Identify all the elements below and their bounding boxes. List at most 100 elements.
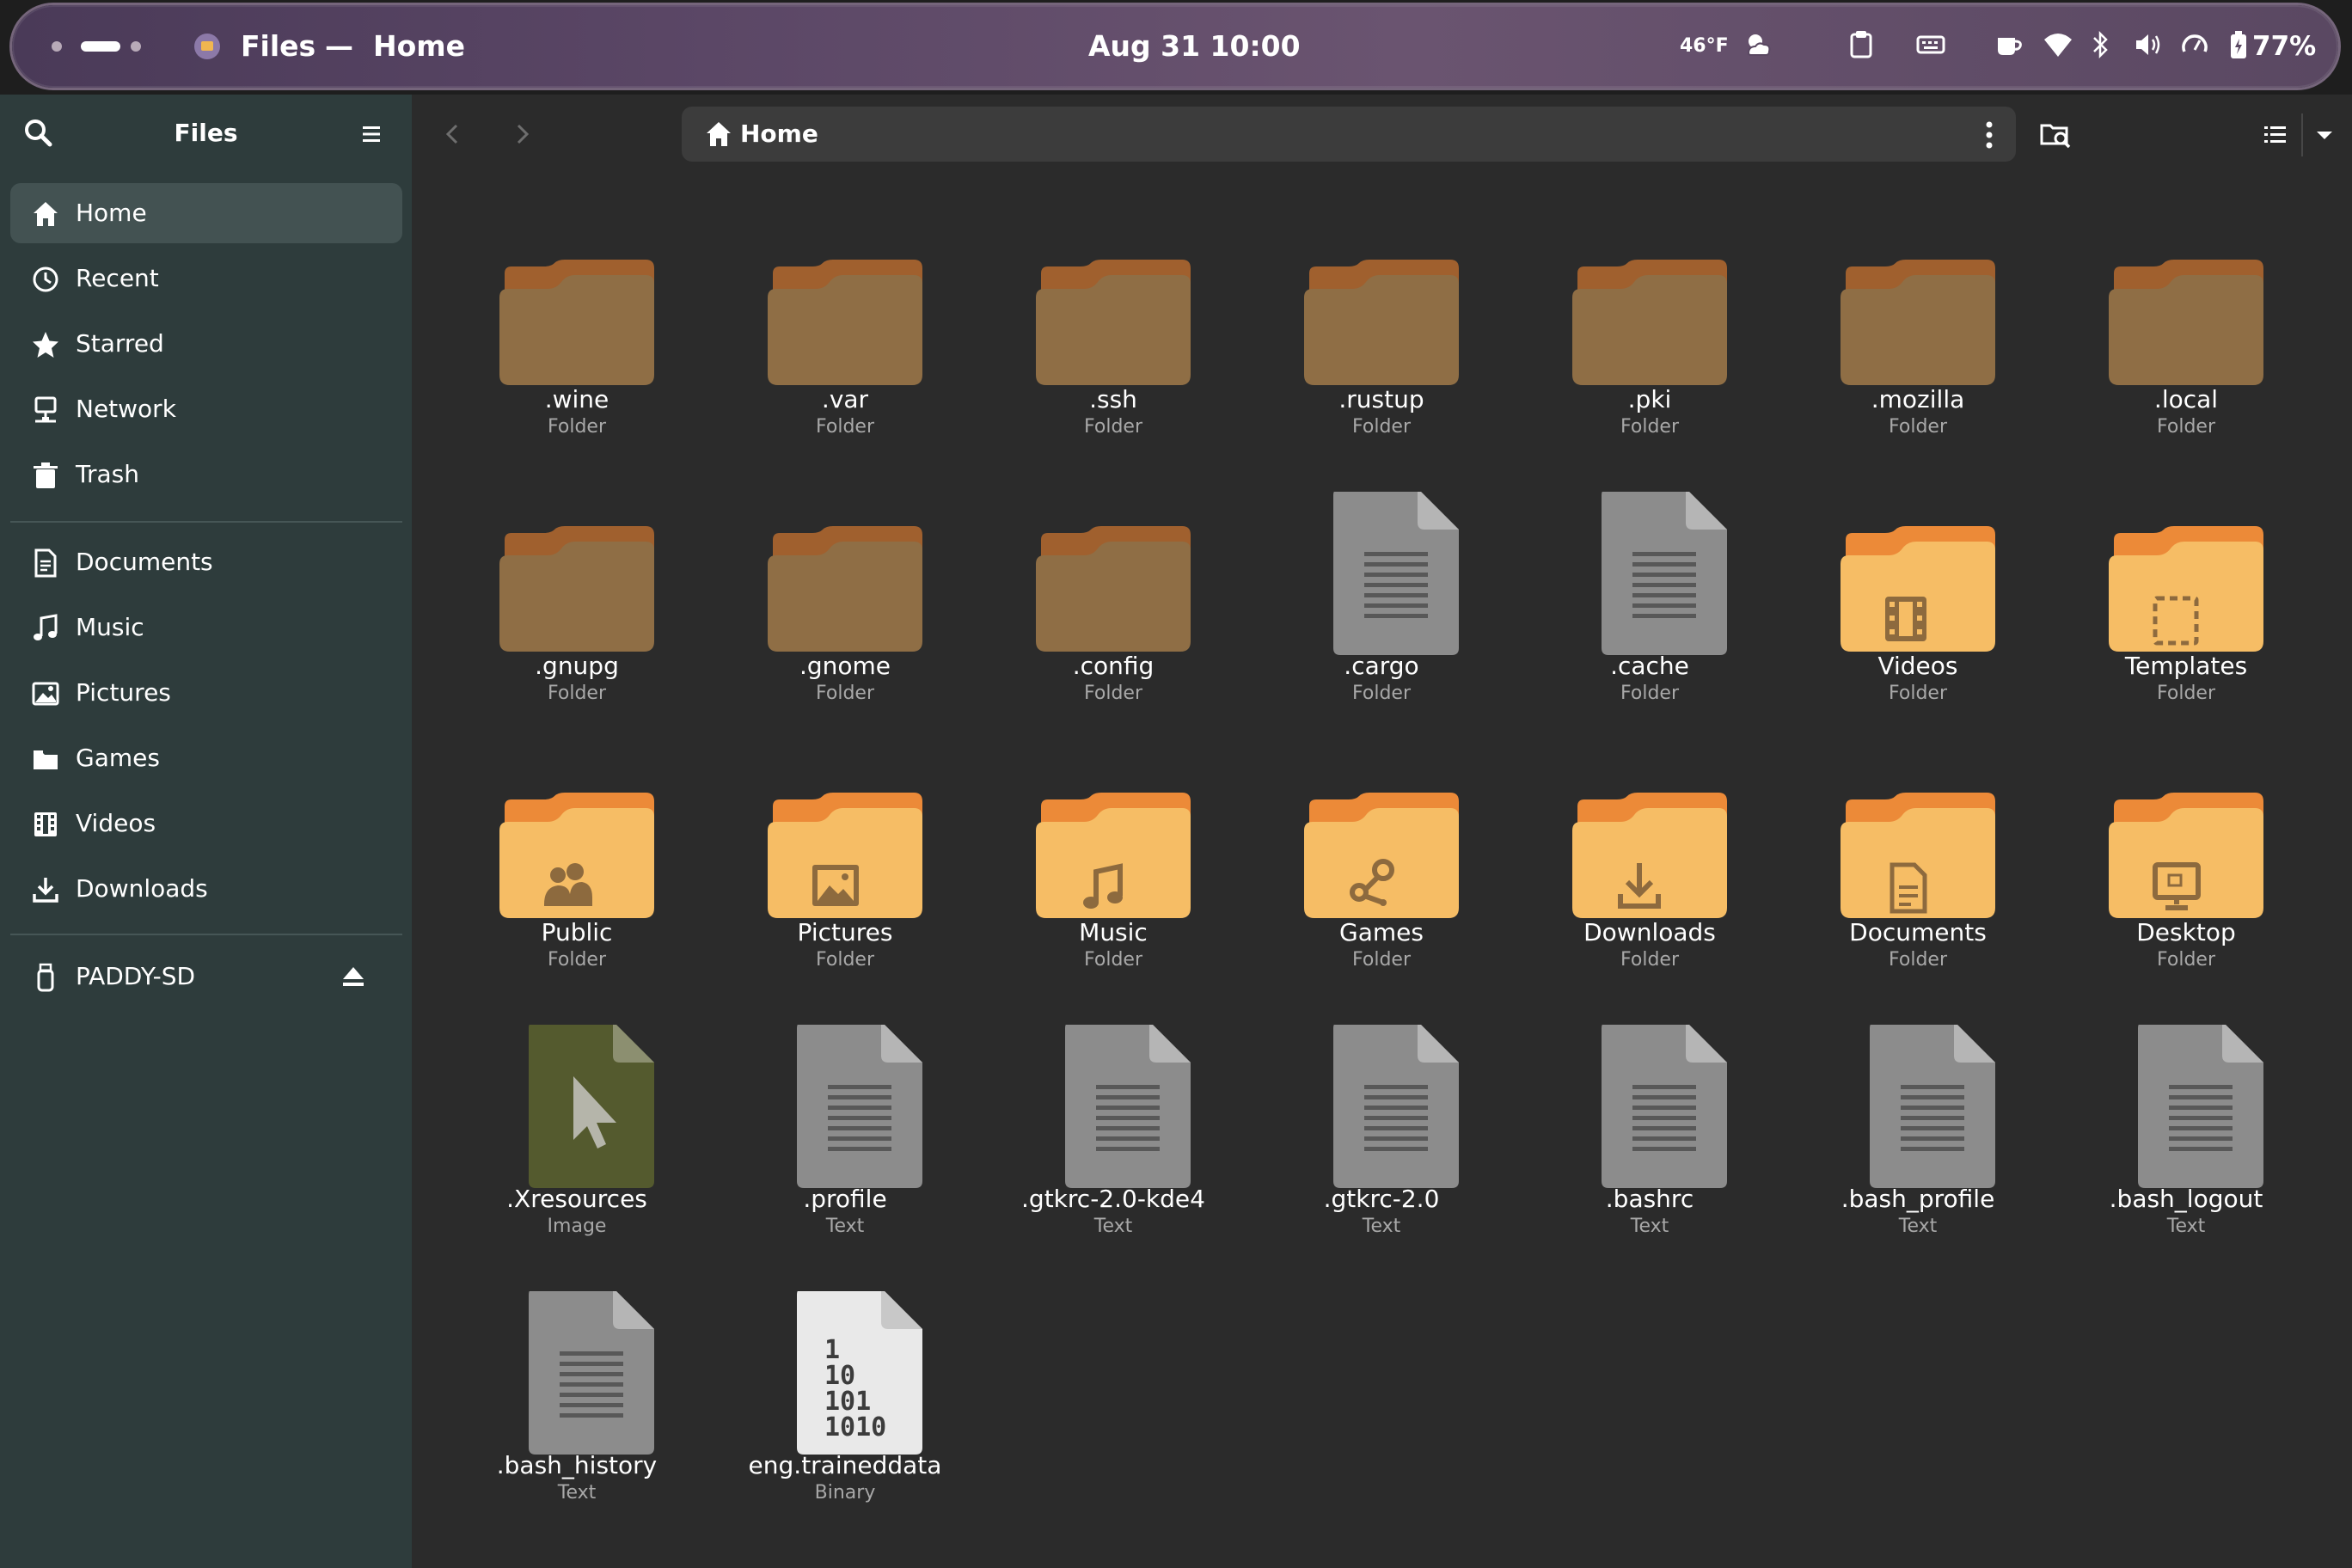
sidebar-item-games[interactable]: Games bbox=[10, 728, 402, 788]
volume-icon[interactable] bbox=[2134, 29, 2165, 64]
file-item[interactable]: .gtkrc-2.0-kde4 Text bbox=[979, 1021, 1247, 1291]
file-item[interactable]: .Xresources Image bbox=[443, 1021, 711, 1291]
cursor-file-icon bbox=[443, 1021, 711, 1205]
file-item[interactable]: .ssh Folder bbox=[979, 225, 1247, 492]
eject-button[interactable] bbox=[340, 964, 366, 989]
file-type: Binary bbox=[814, 1482, 876, 1504]
network-icon bbox=[34, 396, 57, 423]
file-item[interactable]: Desktop Folder bbox=[2052, 758, 2320, 1025]
file-item[interactable]: .gnome Folder bbox=[711, 492, 979, 758]
file-item[interactable]: .mozilla Folder bbox=[1784, 225, 2052, 492]
file-item[interactable]: .pki Folder bbox=[1516, 225, 1784, 492]
path-bar[interactable]: Home bbox=[682, 107, 2016, 162]
file-item[interactable]: .bash_logout Text bbox=[2052, 1021, 2320, 1291]
path-segment-home[interactable]: Home bbox=[740, 107, 818, 162]
app-name[interactable]: Files bbox=[241, 24, 315, 69]
sidebar-item-label: Pictures bbox=[76, 678, 171, 707]
file-item[interactable]: .gtkrc-2.0 Text bbox=[1247, 1021, 1516, 1291]
home-icon bbox=[34, 202, 58, 226]
clipboard-icon[interactable] bbox=[1848, 29, 1874, 64]
sidebar-item-downloads[interactable]: Downloads bbox=[10, 859, 402, 919]
public-folder-icon bbox=[443, 758, 711, 939]
weather-temperature[interactable]: 46°F bbox=[1680, 29, 1729, 64]
bluetooth-icon[interactable] bbox=[2091, 29, 2111, 64]
file-item[interactable]: Downloads Folder bbox=[1516, 758, 1784, 1025]
text-file-icon bbox=[443, 1288, 711, 1472]
file-name: .rustup bbox=[1338, 385, 1424, 413]
file-name: Public bbox=[541, 918, 613, 946]
file-name: .bash_logout bbox=[2109, 1185, 2263, 1213]
main-content: Home .wine Folder .var Folder .ssh Folder .rus… bbox=[412, 95, 2352, 1568]
toolbar-separator bbox=[2301, 113, 2303, 156]
performance-icon[interactable] bbox=[2180, 29, 2209, 64]
file-item[interactable]: 1 10 101 1010 eng.traineddata Binary bbox=[711, 1288, 979, 1558]
file-item[interactable]: .bash_profile Text bbox=[1784, 1021, 2052, 1291]
file-item[interactable]: .cache Folder bbox=[1516, 488, 1784, 758]
file-type: Folder bbox=[548, 683, 606, 704]
sidebar-item-home[interactable]: Home bbox=[10, 183, 402, 243]
file-item[interactable]: Music Folder bbox=[979, 758, 1247, 1025]
file-item[interactable]: Games Folder bbox=[1247, 758, 1516, 1025]
clock[interactable]: Aug 31 10:00 bbox=[1088, 24, 1301, 69]
file-name: .pki bbox=[1627, 385, 1672, 413]
search-folder-button[interactable] bbox=[2039, 119, 2072, 151]
sidebar-item-pictures[interactable]: Pictures bbox=[10, 663, 402, 723]
sidebar-item-network[interactable]: Network bbox=[10, 379, 402, 439]
location-menu-button[interactable] bbox=[1983, 120, 1995, 150]
eject-icon bbox=[343, 967, 364, 986]
workspace-dot-active[interactable] bbox=[81, 41, 120, 52]
pictures-folder-icon bbox=[711, 758, 979, 939]
file-name: .profile bbox=[803, 1185, 887, 1213]
file-type: Folder bbox=[2157, 416, 2215, 438]
file-item[interactable]: .cargo Folder bbox=[1247, 488, 1516, 758]
wifi-icon[interactable] bbox=[2043, 29, 2073, 64]
file-item[interactable]: Templates Folder bbox=[2052, 492, 2320, 758]
workspace-dot[interactable] bbox=[131, 41, 141, 52]
text-file-icon bbox=[979, 1021, 1247, 1205]
file-item[interactable]: Videos Folder bbox=[1784, 492, 2052, 758]
file-item[interactable]: .local Folder bbox=[2052, 225, 2320, 492]
list-view-button[interactable] bbox=[2262, 122, 2288, 148]
file-item[interactable]: .var Folder bbox=[711, 225, 979, 492]
sidebar-item-label: Videos bbox=[76, 809, 156, 837]
file-item[interactable]: Pictures Folder bbox=[711, 758, 979, 1025]
sidebar-item-starred[interactable]: Starred bbox=[10, 314, 402, 374]
file-item[interactable]: .profile Text bbox=[711, 1021, 979, 1291]
forward-button[interactable] bbox=[506, 119, 537, 150]
battery-percentage[interactable]: 77% bbox=[2252, 29, 2316, 64]
back-button[interactable] bbox=[438, 119, 469, 150]
sidebar-item-documents[interactable]: Documents bbox=[10, 532, 402, 592]
file-item[interactable]: Public Folder bbox=[443, 758, 711, 1025]
file-type: Folder bbox=[1620, 416, 1679, 438]
main-menu-button[interactable] bbox=[361, 124, 382, 144]
file-type: Folder bbox=[1620, 949, 1679, 971]
file-type: Folder bbox=[1889, 416, 1947, 438]
file-item[interactable]: .gnupg Folder bbox=[443, 492, 711, 758]
chevron-down-icon bbox=[2317, 132, 2332, 139]
file-item[interactable]: .config Folder bbox=[979, 492, 1247, 758]
file-name: .bashrc bbox=[1605, 1185, 1694, 1213]
text-file-icon bbox=[1516, 1021, 1784, 1205]
file-type: Folder bbox=[1352, 949, 1411, 971]
file-name: .wine bbox=[544, 385, 609, 413]
sidebar-item-recent[interactable]: Recent bbox=[10, 248, 402, 309]
keyboard-icon[interactable] bbox=[1915, 29, 1946, 64]
sidebar-item-music[interactable]: Music bbox=[10, 597, 402, 658]
file-type: Folder bbox=[816, 949, 874, 971]
sidebar-item-videos[interactable]: Videos bbox=[10, 793, 402, 854]
file-name: Pictures bbox=[797, 918, 893, 946]
caffeine-icon[interactable] bbox=[1994, 29, 2024, 64]
text-file-icon bbox=[1784, 1021, 2052, 1205]
file-item[interactable]: .wine Folder bbox=[443, 225, 711, 492]
view-options-button[interactable] bbox=[2312, 122, 2337, 148]
battery-icon[interactable] bbox=[2228, 29, 2249, 64]
file-item[interactable]: .bashrc Text bbox=[1516, 1021, 1784, 1291]
file-item[interactable]: Documents Folder bbox=[1784, 758, 2052, 1025]
workspace-dot[interactable] bbox=[52, 41, 62, 52]
file-item[interactable]: .bash_history Text bbox=[443, 1288, 711, 1558]
file-item[interactable]: .rustup Folder bbox=[1247, 225, 1516, 492]
sidebar-item-paddy-sd[interactable]: PADDY-SD bbox=[10, 946, 402, 1007]
weather-icon[interactable] bbox=[1743, 29, 1773, 64]
sidebar-title: Files bbox=[174, 119, 238, 147]
sidebar-item-trash[interactable]: Trash bbox=[10, 444, 402, 505]
